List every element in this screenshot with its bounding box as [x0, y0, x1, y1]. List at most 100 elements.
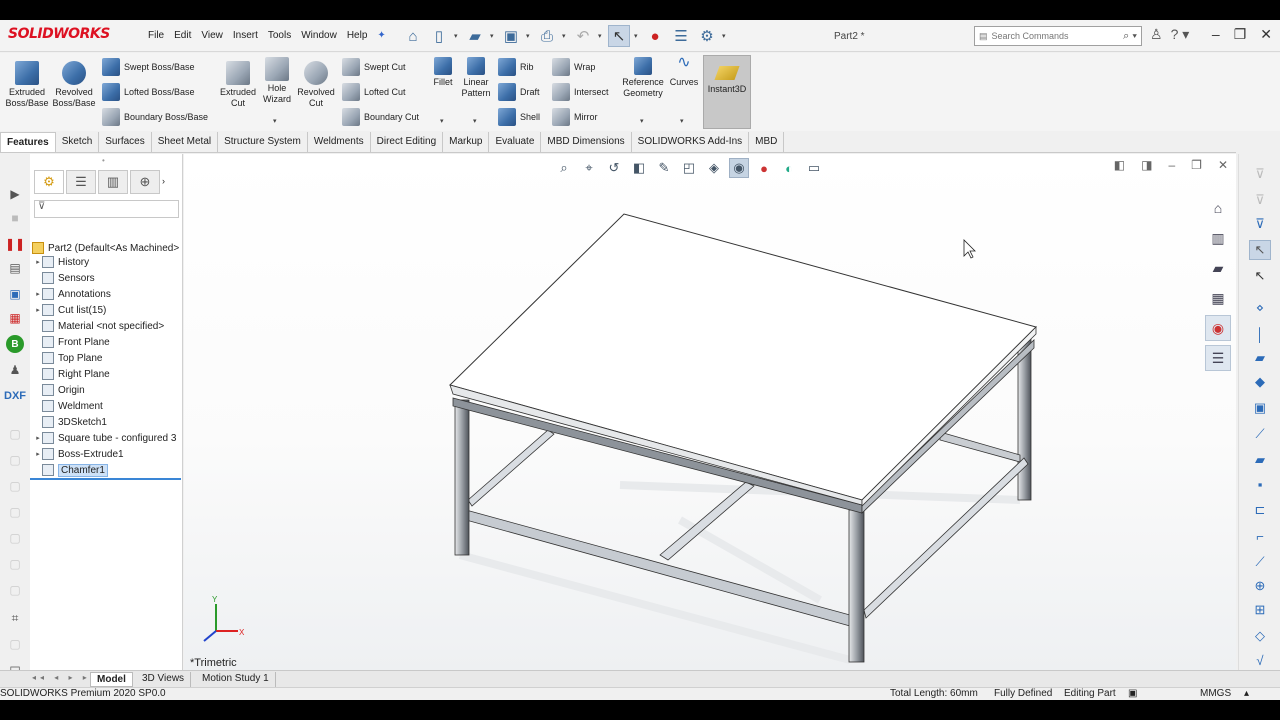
- new-dropdown-icon[interactable]: ▾: [454, 32, 460, 40]
- print-dropdown-icon[interactable]: ▾: [562, 32, 568, 40]
- tab-sheet-metal[interactable]: Sheet Metal: [152, 132, 219, 152]
- boundary-cut-button[interactable]: Boundary Cut: [342, 108, 419, 126]
- filter-axes-icon[interactable]: ⟋: [1249, 424, 1271, 444]
- fillet-button[interactable]: Fillet: [430, 57, 456, 88]
- search-commands-field[interactable]: ▤ Search Commands ⌕ ▾: [974, 26, 1142, 46]
- tree-item[interactable]: Chamfer1: [30, 462, 183, 478]
- linear-pattern-dropdown-icon[interactable]: ▾: [473, 117, 477, 125]
- home-icon[interactable]: ⌂: [402, 25, 424, 47]
- measure-icon[interactable]: ⌗: [5, 608, 25, 628]
- menu-window[interactable]: Window: [301, 30, 337, 41]
- view-palette-icon[interactable]: ▦: [1205, 285, 1231, 311]
- appearances-scenes-icon[interactable]: ◉: [1205, 315, 1231, 341]
- tab-structure-system[interactable]: Structure System: [218, 132, 308, 152]
- tool-icon-7[interactable]: ▢: [5, 580, 25, 600]
- pdf-icon[interactable]: ▦: [5, 308, 25, 328]
- tab-3d-views[interactable]: 3D Views: [136, 672, 192, 687]
- menu-file[interactable]: File: [148, 30, 164, 41]
- filter-centerlines-icon[interactable]: ⊕: [1249, 576, 1271, 596]
- revolved-cut-button[interactable]: Revolved Cut: [296, 61, 336, 109]
- open-folder-icon[interactable]: ▰: [464, 25, 486, 47]
- stop-icon[interactable]: ■: [5, 208, 25, 228]
- undo-icon[interactable]: ↶: [572, 25, 594, 47]
- new-document-icon[interactable]: ▯: [428, 25, 450, 47]
- tree-item[interactable]: Material <not specified>: [30, 318, 183, 334]
- tab-scroll-arrows-icon[interactable]: ◂◂ ◂ ▸ ▸▸: [32, 673, 99, 682]
- mirror-button[interactable]: Mirror: [552, 108, 598, 126]
- menu-view[interactable]: View: [201, 30, 223, 41]
- options-gear-icon[interactable]: ⚙: [696, 25, 718, 47]
- curves-button[interactable]: ∿ Curves: [668, 55, 700, 88]
- menu-edit[interactable]: Edit: [174, 30, 191, 41]
- draft-button[interactable]: Draft: [498, 83, 540, 101]
- intersect-button[interactable]: Intersect: [552, 83, 609, 101]
- tab-sketch[interactable]: Sketch: [56, 132, 100, 152]
- tab-motion-study-1[interactable]: Motion Study 1: [196, 672, 276, 687]
- curves-dropdown-icon[interactable]: ▾: [680, 117, 684, 125]
- unit-system[interactable]: MMGS: [1200, 688, 1231, 699]
- tab-direct-editing[interactable]: Direct Editing: [371, 132, 444, 152]
- tree-item[interactable]: Weldment: [30, 398, 183, 414]
- filter-clear-icon[interactable]: ⊽: [1249, 190, 1271, 210]
- tree-item[interactable]: Right Plane: [30, 366, 183, 382]
- play-icon[interactable]: ▶: [5, 184, 25, 204]
- filter-edges-icon[interactable]: │: [1249, 324, 1271, 344]
- select-cursor-icon[interactable]: ↖: [1249, 266, 1271, 286]
- print-icon[interactable]: ⎙: [536, 25, 558, 47]
- search-icon[interactable]: ⌕ ▾: [1123, 30, 1137, 43]
- filter-sketch-points-icon[interactable]: ▪: [1249, 474, 1271, 494]
- filter-toggle-icon[interactable]: ⊽: [1249, 164, 1271, 184]
- dxf-icon[interactable]: DXF: [4, 386, 26, 406]
- tool-icon-4[interactable]: ▢: [5, 502, 25, 522]
- options-dropdown-icon[interactable]: ▾: [722, 32, 728, 40]
- wrap-button[interactable]: Wrap: [552, 58, 595, 76]
- tab-mbd[interactable]: MBD: [749, 132, 785, 152]
- menu-tools[interactable]: Tools: [268, 30, 291, 41]
- dimxpert-manager-tab-icon[interactable]: ⊕: [130, 170, 160, 194]
- tree-item[interactable]: Sensors: [30, 270, 183, 286]
- shell-button[interactable]: Shell: [498, 108, 540, 126]
- table-model[interactable]: Y X: [184, 154, 1236, 674]
- instant3d-button[interactable]: Instant3D: [703, 55, 751, 129]
- more-tabs-icon[interactable]: ›: [162, 170, 165, 196]
- tab-mbd-dimensions[interactable]: MBD Dimensions: [541, 132, 632, 152]
- reference-geometry-dropdown-icon[interactable]: ▾: [640, 117, 644, 125]
- linear-pattern-button[interactable]: Linear Pattern: [458, 57, 494, 99]
- swept-boss-button[interactable]: Swept Boss/Base: [102, 58, 195, 76]
- tree-item[interactable]: ▸ Cut list(15): [30, 302, 183, 318]
- macro-icon[interactable]: ▤: [5, 258, 25, 278]
- filter-sketch-segments-icon[interactable]: ⊏: [1249, 500, 1271, 520]
- filter-all-icon[interactable]: ⊽: [1249, 214, 1271, 234]
- rollback-bar[interactable]: [30, 478, 181, 480]
- user-account-icon[interactable]: ♙: [1150, 26, 1163, 43]
- file-explorer-icon[interactable]: ▰: [1205, 255, 1231, 281]
- tool-icon-3[interactable]: ▢: [5, 476, 25, 496]
- restore-icon[interactable]: ❐: [1234, 26, 1247, 43]
- units-dropdown-icon[interactable]: ▴: [1244, 688, 1249, 699]
- expand-arrow-icon[interactable]: ▸: [34, 258, 42, 266]
- pause-icon[interactable]: ❚❚: [5, 234, 25, 254]
- menu-help[interactable]: Help: [347, 30, 368, 41]
- extruded-boss-button[interactable]: Extruded Boss/Base: [6, 61, 49, 109]
- expand-arrow-icon[interactable]: ▸: [34, 306, 42, 314]
- user-group-icon[interactable]: ♟: [5, 360, 25, 380]
- select-arrow-icon[interactable]: ↖: [1249, 240, 1271, 260]
- select-dropdown-icon[interactable]: ▾: [634, 32, 640, 40]
- filter-dimensions-icon[interactable]: ⊞: [1249, 600, 1271, 620]
- tab-markup[interactable]: Markup: [443, 132, 490, 152]
- solidworks-logo[interactable]: SOLIDWORKS: [8, 26, 110, 42]
- tree-item[interactable]: ▸ Square tube - configured 3: [30, 430, 183, 446]
- minimize-icon[interactable]: –: [1212, 26, 1220, 43]
- filter-surface-finish-icon[interactable]: ◇: [1249, 626, 1271, 646]
- hole-wizard-button[interactable]: Hole Wizard: [258, 57, 296, 105]
- property-manager-tab-icon[interactable]: ☰: [66, 170, 96, 194]
- swept-cut-button[interactable]: Swept Cut: [342, 58, 406, 76]
- filter-weld-symbols-icon[interactable]: √: [1249, 650, 1271, 670]
- tool-icon-5[interactable]: ▢: [5, 528, 25, 548]
- reference-geometry-button[interactable]: Reference Geometry: [620, 57, 666, 99]
- filter-center-marks-icon[interactable]: ⟋: [1249, 552, 1271, 572]
- menu-insert[interactable]: Insert: [233, 30, 258, 41]
- tree-item[interactable]: Origin: [30, 382, 183, 398]
- save-dropdown-icon[interactable]: ▾: [526, 32, 532, 40]
- tree-filter-field[interactable]: ⊽: [34, 200, 179, 218]
